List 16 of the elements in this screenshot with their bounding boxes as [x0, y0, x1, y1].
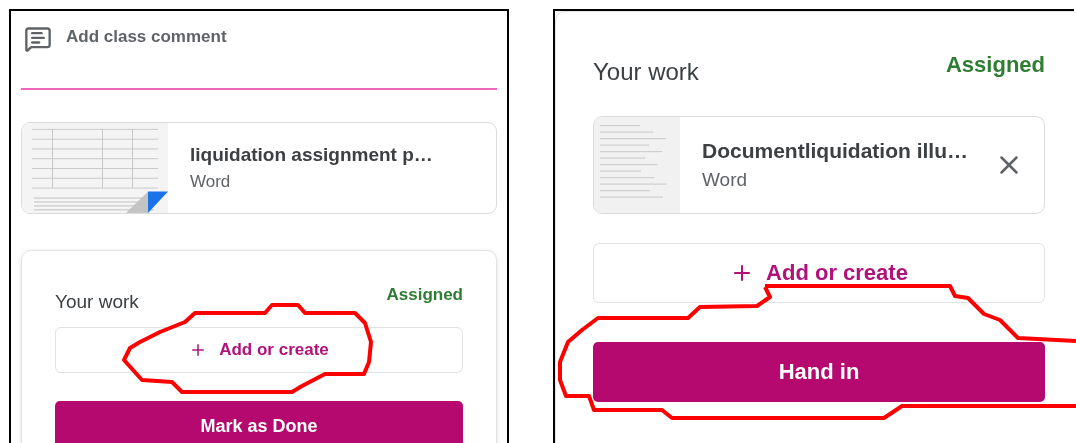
- add-or-create-button[interactable]: Add or create: [55, 327, 463, 373]
- status-label: Assigned: [945, 52, 1045, 78]
- file-type: Word: [702, 169, 749, 191]
- add-or-create-button[interactable]: Add or create: [593, 243, 1045, 303]
- section-title: Your work: [593, 58, 699, 86]
- attachment-card[interactable]: Documentliquidation illu… Word: [593, 116, 1045, 214]
- comment-field[interactable]: Add class comment: [66, 27, 366, 47]
- file-name: liquidation assignment p…: [190, 144, 434, 166]
- section-title: Your work: [55, 291, 139, 313]
- file-name: Documentliquidation illu…: [702, 139, 969, 163]
- hand-in-button[interactable]: Hand in: [593, 342, 1045, 402]
- comment-icon: [24, 25, 52, 53]
- mark-done-button[interactable]: Mark as Done: [55, 401, 463, 443]
- status-label: Assigned: [386, 285, 463, 305]
- attachment-card[interactable]: liquidation assignment p… Word: [21, 122, 497, 214]
- file-type: Word: [190, 172, 232, 192]
